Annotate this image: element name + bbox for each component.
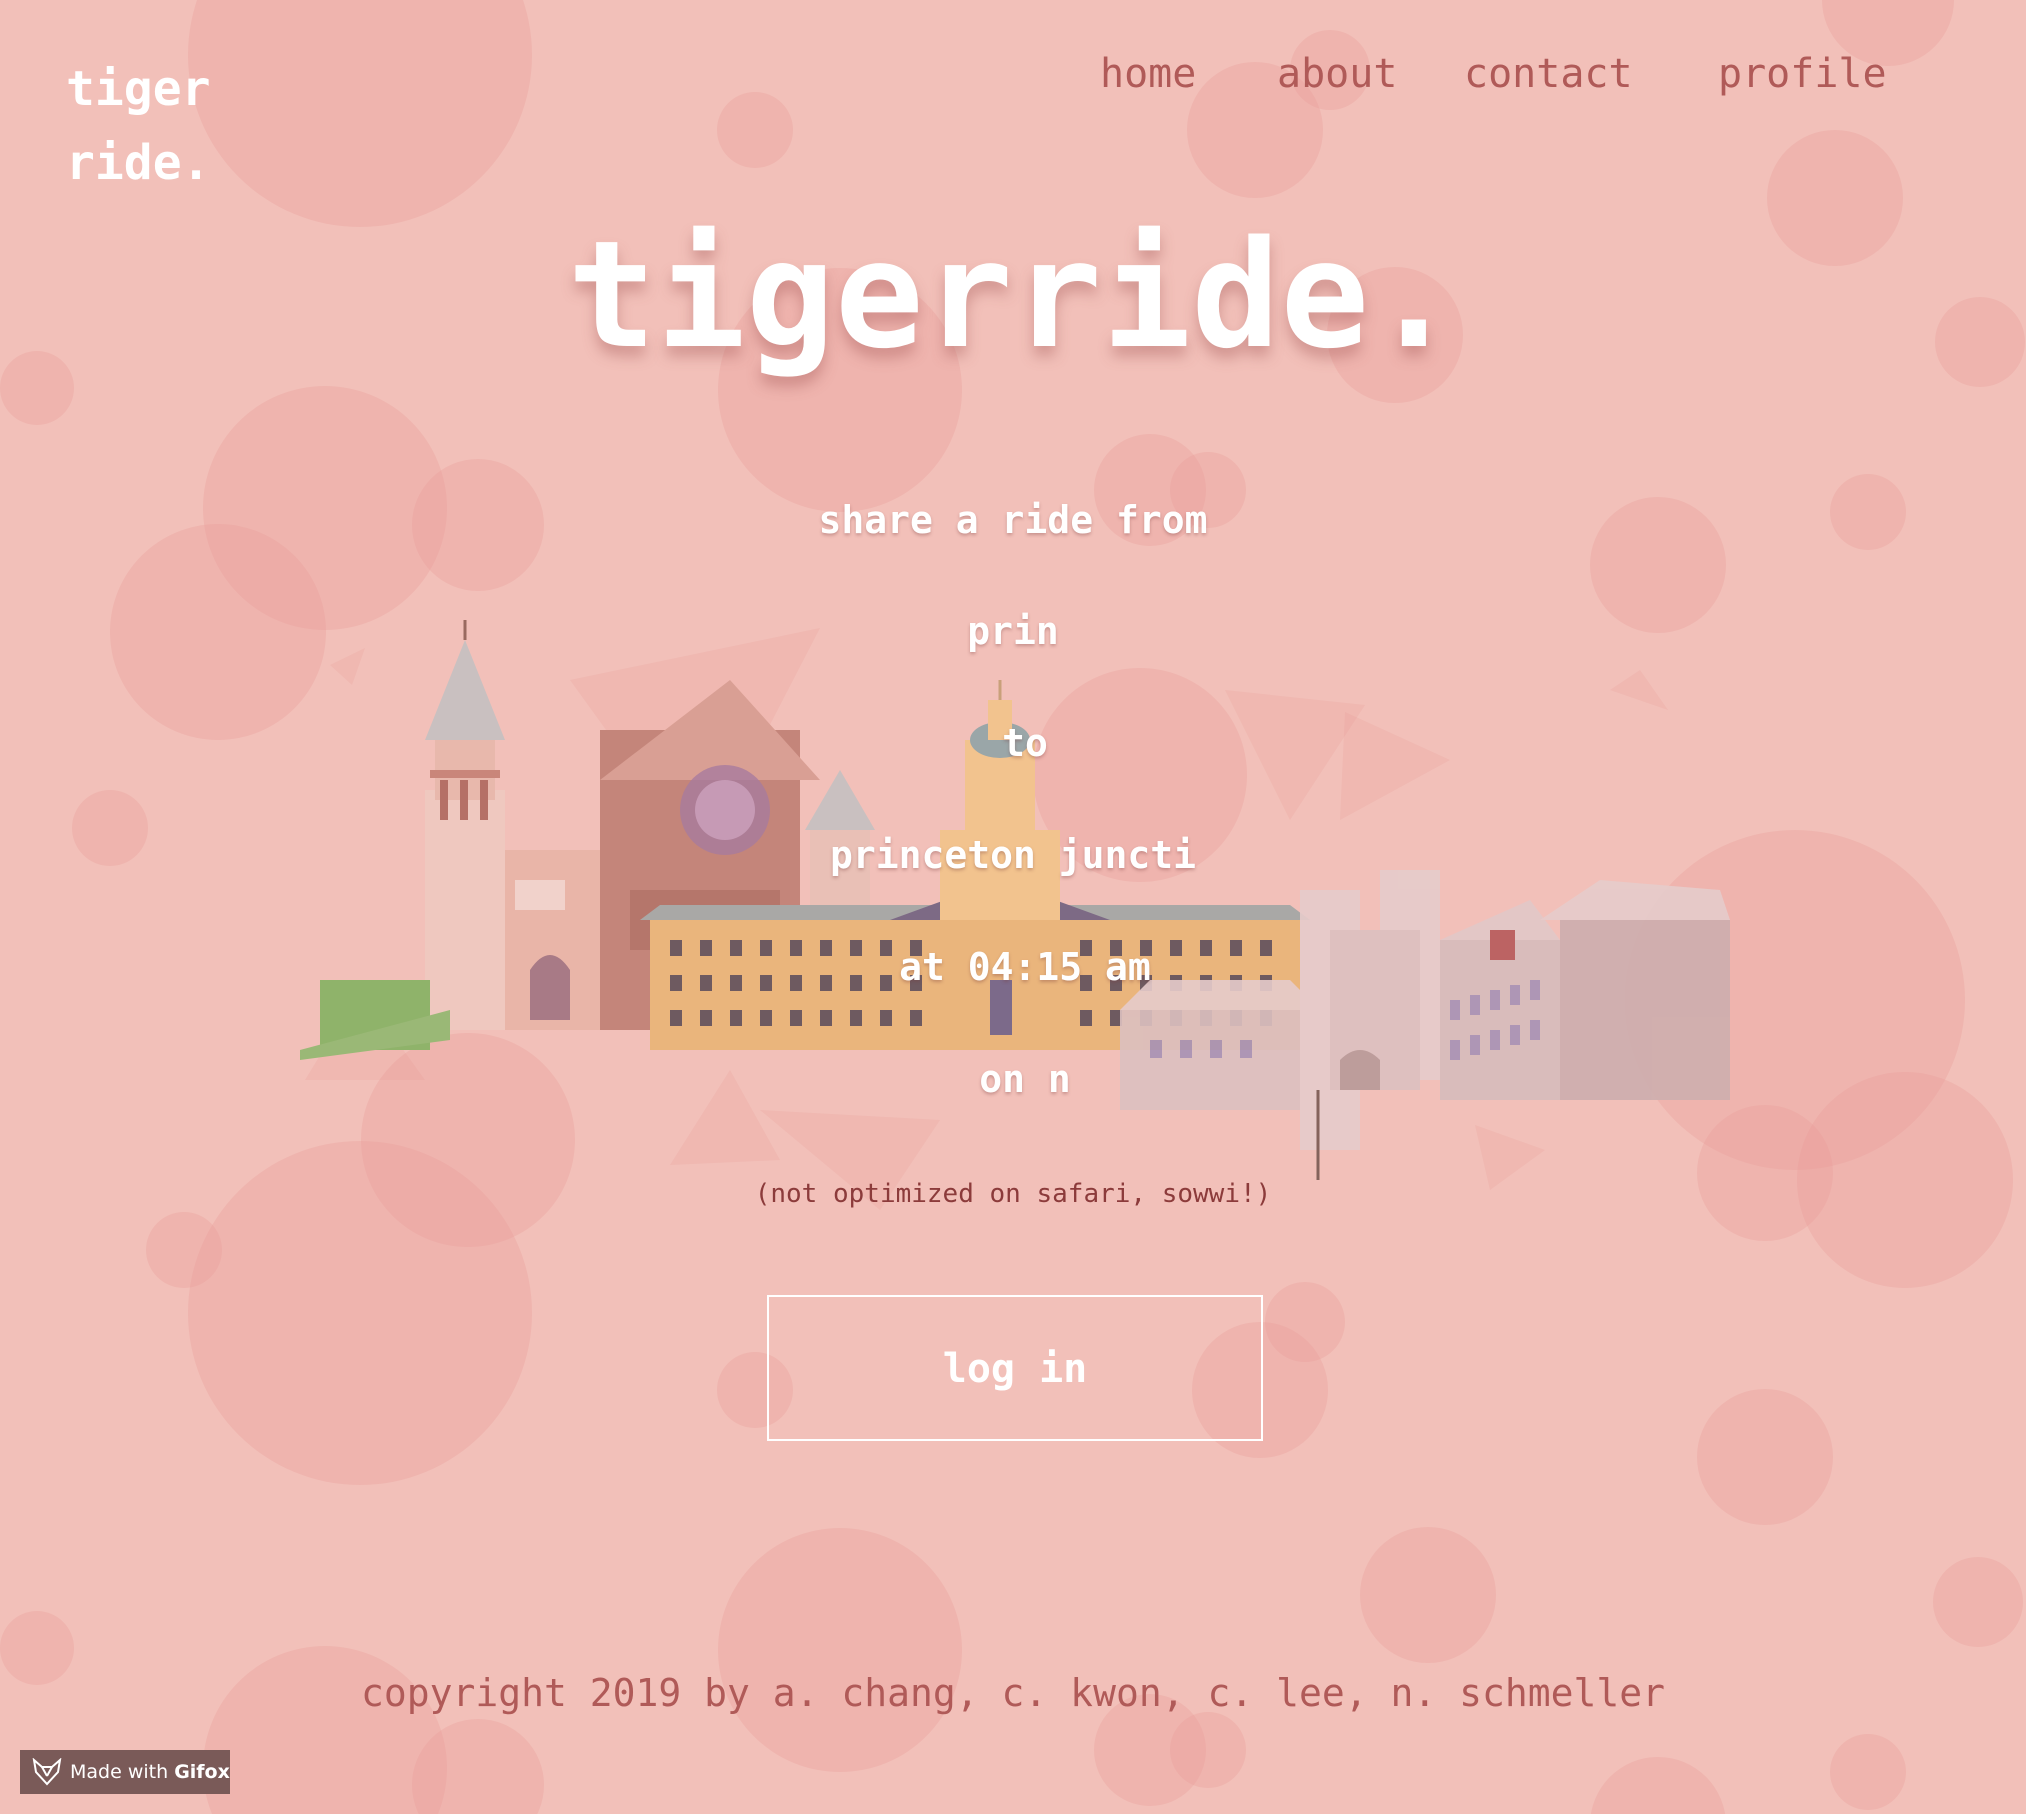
nav-link-profile[interactable]: profile — [1718, 48, 1887, 100]
badge-brand: Gifox — [174, 1761, 230, 1783]
badge-made-with: Made with — [70, 1761, 169, 1783]
top-nav: home about contact profile — [0, 48, 2026, 108]
logo-line-2: ride. — [66, 135, 211, 191]
nav-link-home[interactable]: home — [1100, 48, 1196, 100]
hero-title: tigerride. — [567, 209, 1459, 381]
nav-link-contact[interactable]: contact — [1464, 48, 1633, 100]
gifox-watermark: Made with Gifox — [20, 1750, 230, 1794]
login-button[interactable]: log in — [767, 1295, 1263, 1441]
campus-illustration — [300, 620, 1730, 1180]
fox-icon — [32, 1758, 62, 1786]
nav-link-about[interactable]: about — [1277, 48, 1397, 100]
safari-note: (not optimized on safari, sowwi!) — [754, 1179, 1272, 1209]
footer-copyright: copyright 2019 by a. chang, c. kwon, c. … — [360, 1671, 1666, 1715]
